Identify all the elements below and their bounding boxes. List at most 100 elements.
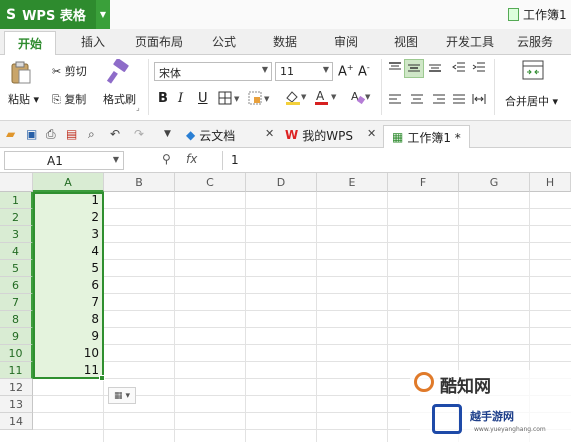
align-top-icon[interactable] — [388, 61, 402, 76]
column-header-e[interactable]: E — [317, 173, 388, 192]
row-header[interactable]: 7 — [0, 294, 33, 311]
row-header[interactable]: 11 — [0, 362, 33, 379]
distributed-align-icon[interactable] — [472, 93, 486, 108]
column-header-h[interactable]: H — [530, 173, 571, 192]
app-menu-button[interactable]: S WPS 表格 — [0, 0, 96, 29]
cell-a8[interactable]: 8 — [33, 311, 103, 328]
row-header[interactable]: 10 — [0, 345, 33, 362]
fill-handle[interactable] — [99, 375, 105, 381]
row-header[interactable]: 5 — [0, 260, 33, 277]
export-pdf-icon[interactable]: ▤ — [66, 127, 77, 141]
align-center-icon[interactable] — [410, 93, 424, 108]
row-header[interactable]: 3 — [0, 226, 33, 243]
redo-icon[interactable]: ↷ — [134, 127, 144, 141]
column-header-f[interactable]: F — [388, 173, 459, 192]
select-all-corner[interactable] — [0, 173, 33, 192]
row-header[interactable]: 9 — [0, 328, 33, 345]
cell-a7[interactable]: 7 — [33, 294, 103, 311]
row-header[interactable]: 8 — [0, 311, 33, 328]
doc-tab-cloud[interactable]: ◆ 云文档 — [186, 125, 235, 145]
tab-review[interactable]: 审阅 — [334, 33, 358, 50]
row-header[interactable]: 2 — [0, 209, 33, 226]
row-header[interactable]: 1 — [0, 192, 33, 209]
cell-a11[interactable]: 11 — [33, 362, 103, 379]
bold-button[interactable]: B — [158, 91, 168, 106]
row-header[interactable]: 4 — [0, 243, 33, 260]
row-header[interactable]: 14 — [0, 413, 33, 430]
font-name-select[interactable]: 宋体 ▼ — [154, 62, 272, 81]
cell-a5[interactable]: 5 — [33, 260, 103, 277]
cell-a3[interactable]: 3 — [33, 226, 103, 243]
justify-icon[interactable] — [452, 93, 466, 108]
font-size-select[interactable]: 11 ▼ — [275, 62, 333, 81]
copy-button[interactable]: ⎘ 复制 — [52, 91, 86, 107]
fill-color-icon[interactable]: ▼ — [284, 89, 310, 108]
column-header-a[interactable]: A — [33, 173, 104, 192]
increase-indent-icon[interactable] — [472, 61, 486, 76]
cell-a10[interactable]: 10 — [33, 345, 103, 362]
close-tab-icon[interactable]: ✕ — [367, 127, 376, 140]
paste-icon[interactable] — [10, 61, 32, 88]
quick-access-bar: ▰ ▣ ⎙ ▤ ⌕ ↶ ↷ ▼ ◆ 云文档 ✕ W 我的WPS ✕ ▦ 工作簿1… — [0, 121, 571, 148]
cell-a9[interactable]: 9 — [33, 328, 103, 345]
clipboard-launcher-icon[interactable]: ⌟ — [136, 103, 140, 112]
undo-icon[interactable]: ↶ — [110, 127, 120, 141]
zoom-search-icon[interactable]: ⚲ — [162, 152, 171, 166]
watermark-home-icon — [432, 404, 462, 434]
row-header[interactable]: 6 — [0, 277, 33, 294]
format-painter-button[interactable]: 格式刷 — [103, 91, 136, 107]
italic-button[interactable]: I — [178, 91, 183, 106]
column-header-b[interactable]: B — [104, 173, 175, 192]
open-folder-icon[interactable]: ▰ — [6, 127, 15, 141]
merge-center-button[interactable]: 合并居中 ▾ — [505, 93, 558, 109]
name-box[interactable]: A1 ▼ — [4, 151, 124, 170]
border-icon[interactable]: ▼ — [218, 91, 242, 108]
merge-center-icon[interactable] — [522, 60, 544, 83]
save-icon[interactable]: ▣ — [26, 127, 37, 141]
align-right-icon[interactable] — [432, 93, 446, 108]
paste-button[interactable]: 粘贴 ▾ — [8, 91, 39, 107]
decrease-font-icon[interactable]: A- — [358, 63, 370, 79]
cell-a6[interactable]: 6 — [33, 277, 103, 294]
font-color-icon[interactable]: A ▼ — [314, 89, 340, 108]
format-painter-icon[interactable] — [106, 58, 132, 88]
column-header-g[interactable]: G — [459, 173, 530, 192]
align-bottom-icon[interactable] — [428, 61, 442, 76]
align-middle-icon[interactable] — [404, 59, 424, 78]
decrease-indent-icon[interactable] — [452, 61, 466, 76]
tab-home[interactable]: 开始 — [4, 31, 57, 56]
insert-function-button[interactable]: fx — [186, 152, 197, 166]
app-menu-dropdown-icon[interactable]: ▼ — [96, 0, 110, 29]
clear-format-icon[interactable]: A ▼ — [350, 89, 372, 108]
doc-tab-workbook1[interactable]: ▦ 工作簿1 * — [383, 125, 470, 148]
row-header[interactable]: 12 — [0, 379, 33, 396]
column-header-d[interactable]: D — [246, 173, 317, 192]
tab-view[interactable]: 视图 — [394, 33, 418, 50]
underline-button[interactable]: U — [198, 91, 208, 106]
tab-formulas[interactable]: 公式 — [212, 33, 236, 50]
cell-a1[interactable]: 1 — [33, 192, 103, 209]
tab-cloud[interactable]: 云服务 — [517, 33, 553, 50]
cut-button[interactable]: ✂ 剪切 — [52, 63, 87, 79]
tab-insert[interactable]: 插入 — [81, 33, 105, 50]
tab-data[interactable]: 数据 — [273, 33, 297, 50]
increase-font-icon[interactable]: A+ — [338, 63, 354, 79]
cell-a4[interactable]: 4 — [33, 243, 103, 260]
row-header[interactable]: 13 — [0, 396, 33, 413]
tab-page-layout[interactable]: 页面布局 — [135, 33, 183, 50]
print-icon[interactable]: ⌕ — [88, 127, 95, 142]
autofill-icon: ▦ — [113, 390, 123, 401]
close-tab-icon[interactable]: ✕ — [265, 127, 274, 140]
tab-developer[interactable]: 开发工具 — [446, 33, 494, 50]
column-header-c[interactable]: C — [175, 173, 246, 192]
print-preview-icon[interactable]: ⎙ — [46, 127, 56, 142]
formula-input[interactable]: 1 — [222, 151, 571, 170]
app-name: WPS 表格 — [22, 9, 86, 24]
customize-toolbar-icon[interactable]: ▼ — [164, 129, 171, 139]
cell-a2[interactable]: 2 — [33, 209, 103, 226]
autofill-options-button[interactable]: ▦ ▾ — [108, 387, 136, 404]
cell-style-icon[interactable]: ▼ — [248, 91, 274, 108]
ribbon-tabs: 开始 插入 页面布局 公式 数据 审阅 视图 开发工具 云服务 — [0, 29, 571, 56]
align-left-icon[interactable] — [388, 93, 402, 108]
doc-tab-mywps[interactable]: W 我的WPS — [285, 125, 353, 145]
